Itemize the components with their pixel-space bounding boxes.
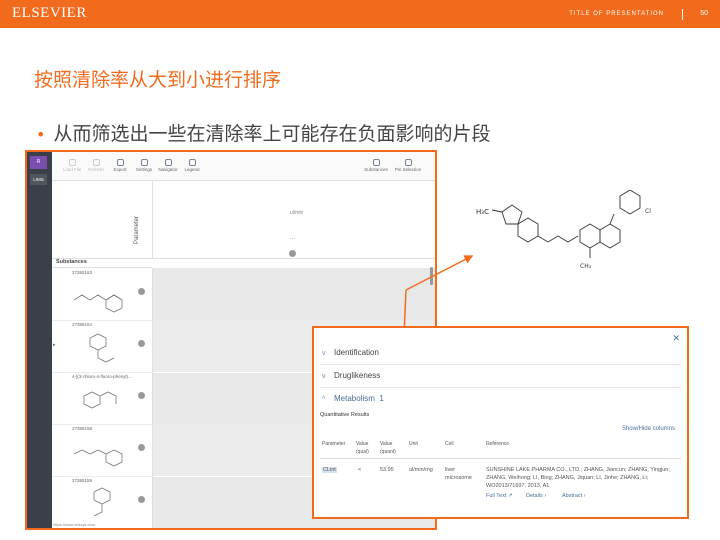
section-metabolism[interactable]: ^ Metabolism 1 — [322, 394, 384, 403]
show-hide-columns-button[interactable]: Show/Hide columns — [622, 426, 675, 432]
close-icon[interactable]: ✕ — [672, 333, 680, 344]
section-label: Metabolism — [334, 394, 375, 403]
divider — [320, 387, 681, 388]
chevron-down-icon: v — [322, 350, 326, 357]
quantitative-results-title: Quantitative Results — [320, 412, 370, 418]
cell-parameter: CLint — [322, 466, 337, 474]
section-label: Identification — [334, 348, 379, 357]
cell-unit: ul/min/mg — [409, 467, 433, 473]
detail-panel: ✕ v Identification v Druglikeness ^ Metabol… — [312, 326, 689, 519]
cell-qual: < — [358, 467, 362, 473]
parameter-value: CLint — [322, 467, 337, 473]
divider — [320, 364, 681, 365]
cell-quant: 53.95 — [380, 467, 394, 473]
cell-reference: SUNSHINE LAKE PHARMA CO., LTD.; ZHANG, J… — [486, 467, 670, 489]
column-header-quant: Value (quant) — [380, 441, 396, 455]
cell-cell: liver microsome — [445, 467, 472, 481]
column-header-parameter: Parameter — [322, 441, 346, 447]
section-label: Druglikeness — [334, 371, 381, 380]
column-header-qual: Value (qual) — [356, 441, 369, 455]
chevron-down-icon: v — [322, 373, 326, 380]
chevron-up-icon: ^ — [322, 396, 326, 403]
table-header-divider — [320, 458, 681, 459]
abstract-link[interactable]: Abstract › — [562, 493, 586, 499]
column-header-cell: Cell — [445, 441, 454, 447]
details-link[interactable]: Details › — [526, 493, 546, 499]
full-text-link[interactable]: Full Text ↗ — [486, 493, 513, 499]
column-header-reference: Reference — [486, 441, 510, 447]
section-count: 1 — [379, 394, 384, 403]
column-header-unit: Unit — [409, 441, 418, 447]
section-druglikeness[interactable]: v Druglikeness — [322, 371, 380, 380]
section-identification[interactable]: v Identification — [322, 348, 379, 357]
